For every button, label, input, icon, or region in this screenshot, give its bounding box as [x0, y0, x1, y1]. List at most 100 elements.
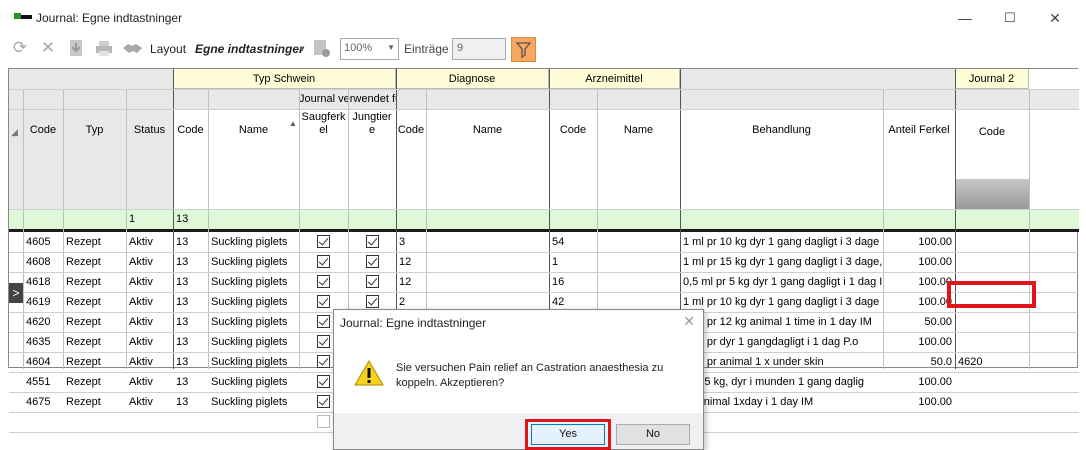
- cell-code[interactable]: 4618: [23, 272, 63, 292]
- header-d-code[interactable]: Code: [396, 124, 426, 137]
- cell-anteil[interactable]: 100.00: [883, 332, 955, 352]
- cell-a-code[interactable]: 1: [549, 252, 597, 272]
- saugferkel-checkbox[interactable]: [317, 395, 330, 408]
- cell-behandlung[interactable]: 1 ml pr 12 kg animal 1 time in 1 day IM: [680, 312, 883, 332]
- download-icon[interactable]: [66, 38, 86, 58]
- saugferkel-checkbox[interactable]: [317, 375, 330, 388]
- cell-status[interactable]: Aktiv: [126, 312, 173, 332]
- cell-ts-name[interactable]: Suckling piglets: [208, 352, 299, 372]
- cell-ts-code[interactable]: 13: [173, 352, 208, 372]
- maximize-button[interactable]: ☐: [990, 6, 1030, 30]
- cell-ts-code[interactable]: 13: [173, 292, 208, 312]
- cell-typ[interactable]: Rezept: [63, 232, 126, 252]
- header-ts-code[interactable]: Code: [173, 124, 208, 137]
- filter-status[interactable]: 1: [126, 209, 138, 229]
- minimize-button[interactable]: —: [945, 6, 985, 30]
- cell-status[interactable]: Aktiv: [126, 372, 173, 392]
- jungtiere-checkbox[interactable]: [366, 275, 379, 288]
- saugferkel-checkbox[interactable]: [317, 235, 330, 248]
- cell-ts-name[interactable]: Suckling piglets: [208, 312, 299, 332]
- cell-ts-code[interactable]: 13: [173, 232, 208, 252]
- cell-status[interactable]: Aktiv: [126, 352, 173, 372]
- cell-code[interactable]: 4675: [23, 392, 63, 412]
- saugferkel-checkbox[interactable]: [317, 355, 330, 368]
- saugferkel-checkbox[interactable]: [317, 275, 330, 288]
- cell-a-code[interactable]: 16: [549, 272, 597, 292]
- cell-typ[interactable]: Rezept: [63, 392, 126, 412]
- cell-status[interactable]: Aktiv: [126, 292, 173, 312]
- select-all-icon[interactable]: ◢: [11, 127, 18, 138]
- cell-ts-code[interactable]: 13: [173, 372, 208, 392]
- cell-status[interactable]: Aktiv: [126, 332, 173, 352]
- print-icon[interactable]: [94, 38, 114, 58]
- cell-j2[interactable]: 4620: [955, 352, 1029, 372]
- cell-anteil[interactable]: 50.00: [883, 312, 955, 332]
- cell-status[interactable]: Aktiv: [126, 272, 173, 292]
- saugferkel-checkbox[interactable]: [317, 255, 330, 268]
- cell-anteil[interactable]: 100.00: [883, 292, 955, 312]
- cell-status[interactable]: Aktiv: [126, 392, 173, 412]
- group-diagnose[interactable]: Diagnose: [396, 69, 549, 89]
- handshake-icon[interactable]: [122, 38, 142, 58]
- no-button[interactable]: No: [616, 424, 690, 445]
- cell-typ[interactable]: Rezept: [63, 312, 126, 332]
- cell-status[interactable]: Aktiv: [126, 252, 173, 272]
- filter-button[interactable]: [511, 37, 536, 62]
- cell-typ[interactable]: Rezept: [63, 252, 126, 272]
- cell-ts-name[interactable]: Suckling piglets: [208, 232, 299, 252]
- header-jungtiere[interactable]: Jungtier e: [348, 111, 396, 137]
- filter-ts-code[interactable]: 13: [173, 209, 191, 229]
- cell-code[interactable]: 4551: [23, 372, 63, 392]
- cell-code[interactable]: 4608: [23, 252, 63, 272]
- header-d-name[interactable]: Name: [426, 124, 549, 137]
- cell-anteil[interactable]: 100.00: [883, 372, 955, 392]
- cell-ts-name[interactable]: Suckling piglets: [208, 332, 299, 352]
- cell-ts-name[interactable]: Suckling piglets: [208, 272, 299, 292]
- cell-ts-code[interactable]: 13: [173, 272, 208, 292]
- cell-code[interactable]: 4604: [23, 352, 63, 372]
- cell-d-code[interactable]: 3: [396, 232, 426, 252]
- chevron-down-icon[interactable]: ▼: [298, 45, 306, 67]
- filter-row[interactable]: [9, 209, 1079, 229]
- saugferkel-checkbox[interactable]: [317, 335, 330, 348]
- header-anteil-ferkel[interactable]: Anteil Ferkel: [883, 124, 955, 137]
- cell-code[interactable]: 4620: [23, 312, 63, 332]
- cell-status[interactable]: Aktiv: [126, 232, 173, 252]
- refresh-icon[interactable]: ⟳: [10, 38, 30, 58]
- zoom-select[interactable]: 100% ▼: [340, 38, 399, 60]
- new-row-checkbox[interactable]: [317, 415, 330, 428]
- header-saugferkel[interactable]: Saugferk el: [299, 111, 348, 137]
- cell-ts-name[interactable]: Suckling piglets: [208, 252, 299, 272]
- cell-anteil[interactable]: 100.00: [883, 392, 955, 412]
- cell-code[interactable]: 4619: [23, 292, 63, 312]
- header-ts-name[interactable]: Name: [208, 124, 299, 137]
- saugferkel-checkbox[interactable]: [317, 315, 330, 328]
- cell-a-code[interactable]: 54: [549, 232, 597, 252]
- cell-ts-name[interactable]: Suckling piglets: [208, 372, 299, 392]
- cell-anteil[interactable]: 100.00: [883, 272, 955, 292]
- cell-behandlung[interactable]: l pr15 kg, dyr i munden 1 gang daglig: [680, 372, 883, 392]
- cell-anteil[interactable]: 100.00: [883, 232, 955, 252]
- dialog-close-button[interactable]: ✕: [683, 313, 695, 330]
- cell-behandlung[interactable]: 1 ml pr dyr 1 gangdagligt i 1 dag P.o: [680, 332, 883, 352]
- cell-typ[interactable]: Rezept: [63, 292, 126, 312]
- cell-d-code[interactable]: 12: [396, 272, 426, 292]
- cell-typ[interactable]: Rezept: [63, 272, 126, 292]
- cell-code[interactable]: 4635: [23, 332, 63, 352]
- cell-code[interactable]: 4605: [23, 232, 63, 252]
- header-j2-code[interactable]: Code: [955, 126, 1029, 139]
- layout-settings-icon[interactable]: [311, 38, 331, 58]
- header-typ[interactable]: Typ: [63, 124, 126, 137]
- cell-ts-name[interactable]: Suckling piglets: [208, 292, 299, 312]
- group-journal2[interactable]: Journal 2: [955, 69, 1029, 89]
- header-status[interactable]: Status: [126, 124, 173, 137]
- group-arzneimittel[interactable]: Arzneimittel: [549, 69, 680, 89]
- layout-dropdown[interactable]: Egne indtastninger: [195, 42, 304, 64]
- jungtiere-checkbox[interactable]: [366, 235, 379, 248]
- cell-behandlung[interactable]: 1 ml pr 15 kg dyr 1 gang dagligt i 3 dag…: [680, 252, 883, 272]
- cell-behandlung[interactable]: 1 ml pr 10 kg dyr 1 gang dagligt i 3 dag…: [680, 232, 883, 252]
- cell-behandlung[interactable]: 1 ml pr 10 kg dyr 1 gang dagligt i 3 dag…: [680, 292, 883, 312]
- delete-icon[interactable]: ✕: [38, 38, 58, 58]
- header-a-code[interactable]: Code: [549, 124, 597, 137]
- cell-d-code[interactable]: 12: [396, 252, 426, 272]
